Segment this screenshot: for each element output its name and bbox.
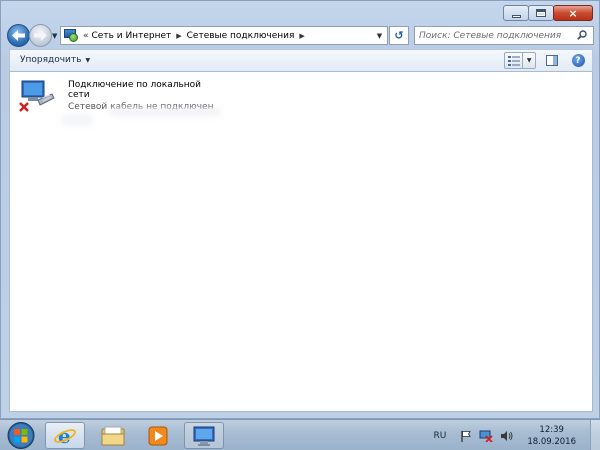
search-icon[interactable] <box>577 30 587 40</box>
breadcrumb-separator[interactable]: ▶ <box>299 32 304 40</box>
network-connections-icon <box>193 426 215 446</box>
preview-pane-icon <box>546 55 558 66</box>
minimize-icon <box>511 14 521 18</box>
breadcrumb-item-network-connections[interactable]: Сетевые подключения <box>187 31 295 41</box>
decorative-smudge <box>62 114 92 126</box>
connection-name: Подключение по локальной сети <box>68 80 202 100</box>
start-button[interactable] <box>3 421 39 450</box>
taskbar-internet-explorer[interactable]: e <box>45 422 85 449</box>
maximize-icon <box>536 9 546 17</box>
close-icon: × <box>568 6 578 20</box>
view-details-icon <box>505 53 524 68</box>
title-bar[interactable]: × <box>1 1 599 23</box>
volume-icon[interactable] <box>500 430 513 442</box>
refresh-icon: ↺ <box>394 29 404 42</box>
show-desktop-button[interactable] <box>590 420 600 450</box>
taskbar-explorer[interactable] <box>93 422 133 449</box>
language-indicator[interactable]: RU <box>433 431 446 441</box>
search-box[interactable] <box>414 26 594 45</box>
forward-button[interactable] <box>29 24 52 47</box>
decorative-smudge <box>110 108 220 116</box>
back-arrow-icon <box>12 30 25 41</box>
maximize-button[interactable] <box>528 5 554 21</box>
address-bar[interactable]: « Сеть и Интернет ▶ Сетевые подключения … <box>60 26 388 45</box>
navigation-bar: ▼ « Сеть и Интернет ▶ Сетевые подключени… <box>1 23 599 49</box>
clock-time: 12:39 <box>539 424 564 435</box>
tray-icons <box>460 430 513 442</box>
action-center-flag-icon[interactable] <box>460 430 472 442</box>
media-player-icon <box>148 426 168 445</box>
address-history-dropdown[interactable]: ▼ <box>372 27 387 44</box>
change-view-button[interactable]: ▼ <box>504 52 536 69</box>
taskbar: e RU 12:39 18.09.2016 <box>0 419 600 450</box>
help-button[interactable]: ? <box>568 52 588 69</box>
search-input[interactable] <box>419 30 569 41</box>
minimize-button[interactable] <box>503 5 529 21</box>
refresh-button[interactable]: ↺ <box>389 26 409 45</box>
view-options-dropdown[interactable]: ▼ <box>523 57 535 64</box>
taskbar-network-connections[interactable] <box>184 422 224 449</box>
back-button[interactable] <box>7 24 30 47</box>
breadcrumb-overflow[interactable]: « <box>83 31 89 41</box>
network-adapter-disconnected-icon <box>18 76 58 116</box>
notification-area: RU 12:39 18.09.2016 <box>433 420 600 450</box>
network-folder-icon <box>63 28 79 43</box>
explorer-window: × ▼ « Сеть и Интернет ▶ Сетевые подключе… <box>0 0 600 419</box>
taskbar-media-player[interactable] <box>138 422 178 449</box>
close-button[interactable]: × <box>553 5 593 21</box>
command-bar: Упорядочить ▼ ▼ ? <box>9 49 593 72</box>
breadcrumb-separator[interactable]: ▶ <box>176 32 181 40</box>
preview-pane-button[interactable] <box>542 52 562 69</box>
network-disconnected-icon[interactable] <box>479 430 493 442</box>
recent-pages-dropdown[interactable]: ▼ <box>52 32 57 40</box>
breadcrumb: Сеть и Интернет ▶ Сетевые подключения ▶ <box>92 31 310 41</box>
internet-explorer-icon: e <box>53 425 77 447</box>
organize-button[interactable]: Упорядочить ▼ <box>20 55 90 65</box>
command-bar-right: ▼ ? <box>504 52 588 69</box>
windows-logo-icon <box>7 422 35 449</box>
caption-buttons: × <box>503 5 593 21</box>
organize-label: Упорядочить <box>20 55 82 65</box>
svg-text:e: e <box>58 425 71 447</box>
connections-list[interactable]: Подключение по локальной сети Сетевой ка… <box>9 72 593 412</box>
explorer-folder-icon <box>101 426 125 445</box>
help-icon: ? <box>571 54 585 67</box>
clock-date: 18.09.2016 <box>527 436 576 447</box>
chevron-down-icon: ▼ <box>85 56 91 64</box>
forward-arrow-icon <box>34 30 47 41</box>
breadcrumb-item-network-internet[interactable]: Сеть и Интернет <box>92 31 172 41</box>
clock[interactable]: 12:39 18.09.2016 <box>527 424 576 448</box>
